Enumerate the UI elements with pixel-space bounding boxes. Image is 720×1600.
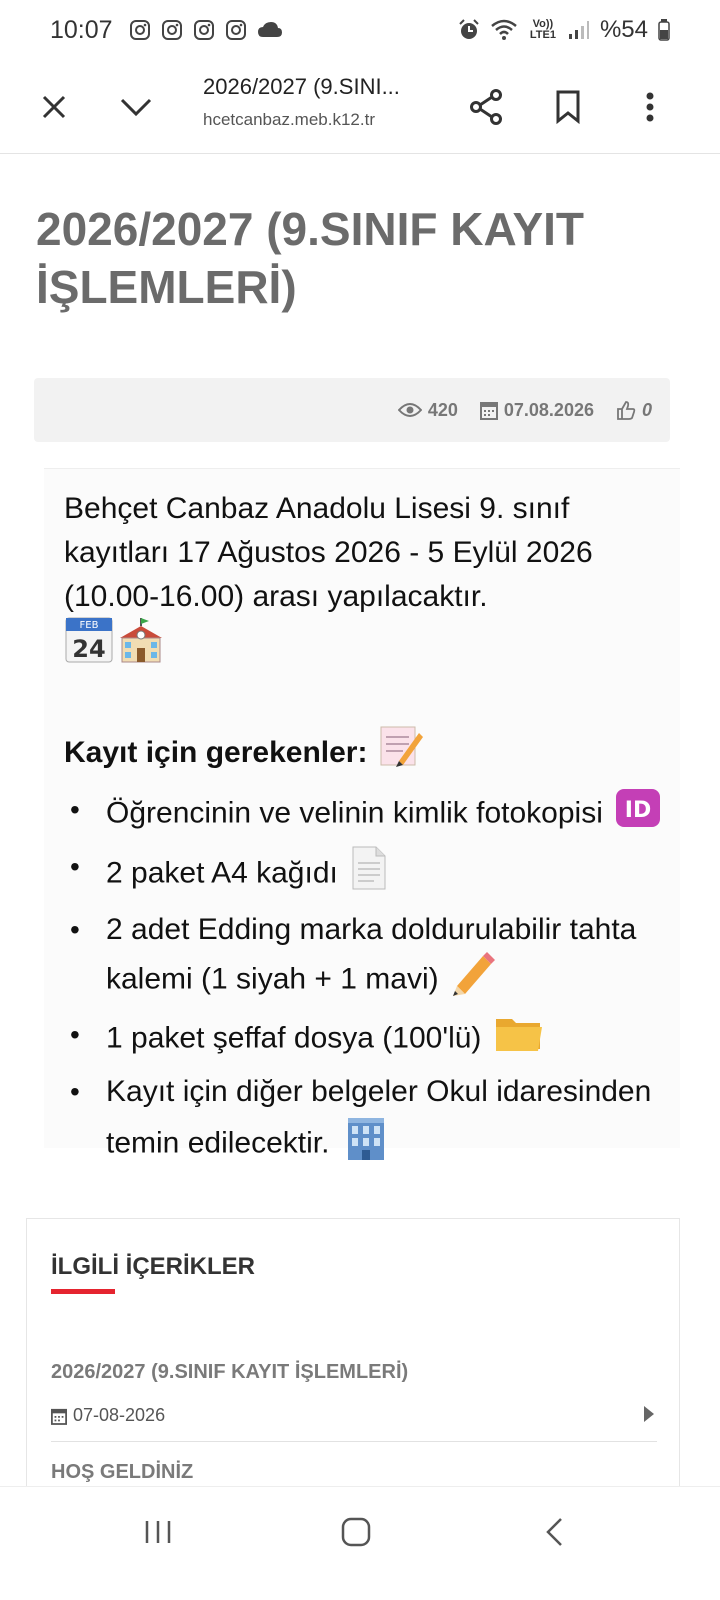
volte-icon: Vo)) LTE1 <box>529 18 556 41</box>
calendar-icon <box>51 1408 67 1425</box>
calendar-emoji-month: FEB <box>80 620 99 631</box>
wifi-icon <box>490 19 518 41</box>
calendar-emoji-icon: FEB 24 <box>64 616 114 677</box>
thumbs-up-icon <box>617 401 636 420</box>
notice-intro: Behçet Canbaz Anadolu Lisesi 9. sınıf ka… <box>64 492 593 613</box>
pencil-emoji-icon <box>451 952 495 1009</box>
requirement-text: 2 paket A4 kağıdı <box>106 856 338 890</box>
system-nav-bar <box>0 1486 720 1600</box>
memo-emoji-icon <box>377 723 424 782</box>
related-item-title[interactable]: HOŞ GELDİNİZ <box>51 1461 193 1484</box>
like-button[interactable]: 0 <box>616 400 652 421</box>
list-item: Öğrencinin ve velinin kimlik fotokopisi … <box>64 788 664 841</box>
page-emoji-icon <box>350 845 388 904</box>
requirement-text: Öğrencinin ve velinin kimlik fotokopisi <box>106 796 603 830</box>
related-date-value: 07-08-2026 <box>73 1405 166 1425</box>
status-time: 10:07 <box>50 15 113 44</box>
more-vertical-icon <box>646 92 654 122</box>
bookmark-icon <box>556 90 580 124</box>
article-title: 2026/2027 (9.SINIF KAYIT İŞLEMLERİ) <box>36 203 585 313</box>
calendar-emoji-day: 24 <box>72 635 105 663</box>
battery-icon <box>658 19 670 41</box>
status-left: 10:07 <box>50 16 283 45</box>
back-icon <box>546 1518 562 1546</box>
share-icon <box>470 89 502 125</box>
publish-date: 07.08.2026 <box>479 399 594 421</box>
home-button[interactable] <box>296 1487 416 1577</box>
alarm-icon <box>458 19 480 41</box>
article-meta: 420 07.08.2026 0 <box>34 378 670 442</box>
screen: 10:07 Vo)) LTE1 %54 2026/2027 (9.SINI...… <box>0 0 720 1600</box>
instagram-icon <box>129 19 151 41</box>
calendar-icon <box>479 402 498 420</box>
date-value: 07.08.2026 <box>503 399 594 420</box>
requirements-heading: Kayıt için gerekenler: <box>64 723 664 782</box>
status-right: Vo)) LTE1 %54 <box>458 16 670 44</box>
status-bar: 10:07 Vo)) LTE1 %54 <box>0 0 720 60</box>
recent-apps-icon <box>145 1521 171 1543</box>
recent-apps-button[interactable] <box>98 1487 218 1577</box>
school-emoji-icon <box>116 616 166 677</box>
requirement-text: 2 adet Edding marka doldurulabilir tahta… <box>106 913 637 996</box>
notice-image: Behçet Canbaz Anadolu Lisesi 9. sınıf ka… <box>44 468 680 1160</box>
more-options-button[interactable] <box>620 60 680 154</box>
related-item-date: 07-08-2026 <box>51 1405 165 1426</box>
close-icon <box>42 95 66 119</box>
bookmark-button[interactable] <box>538 60 598 154</box>
home-icon <box>341 1517 371 1547</box>
list-item: Kayıt için diğer belgeler Okul idaresind… <box>64 1070 664 1175</box>
folder-emoji-icon <box>494 1013 544 1066</box>
list-item: 2 adet Edding marka doldurulabilir tahta… <box>64 908 664 1009</box>
list-item: 2 paket A4 kağıdı <box>64 845 664 904</box>
views-value: 420 <box>427 399 458 420</box>
id-emoji-icon: ID <box>615 788 661 841</box>
requirement-text: 1 paket şeffaf dosya (100'lü) <box>106 1021 482 1055</box>
eye-icon <box>397 403 422 417</box>
browser-toolbar: 2026/2027 (9.SINI... hcetcanbaz.meb.k12.… <box>0 60 720 154</box>
related-item-title[interactable]: 2026/2027 (9.SINIF KAYIT İŞLEMLERİ) <box>51 1361 408 1384</box>
back-button[interactable] <box>494 1487 614 1577</box>
caret-right-icon <box>644 1406 654 1422</box>
notice-content: Behçet Canbaz Anadolu Lisesi 9. sınıf ka… <box>64 487 664 1175</box>
list-item: 1 paket şeffaf dosya (100'lü) <box>64 1013 664 1066</box>
page-url: hcetcanbaz.meb.k12.tr <box>203 110 375 129</box>
chevron-down-icon <box>120 98 152 117</box>
instagram-icon <box>225 19 247 41</box>
related-item-arrow[interactable] <box>643 1405 655 1428</box>
related-heading: İLGİLİ İÇERİKLER <box>51 1253 255 1280</box>
related-contents: İLGİLİ İÇERİKLER 2026/2027 (9.SINIF KAYI… <box>26 1218 680 1518</box>
requirements-list: Öğrencinin ve velinin kimlik fotokopisi … <box>64 788 664 1175</box>
minimize-button[interactable] <box>106 60 166 154</box>
views-count: 420 <box>397 399 458 421</box>
share-button[interactable] <box>456 60 516 154</box>
instagram-icon <box>193 19 215 41</box>
title-block[interactable]: 2026/2027 (9.SINI... hcetcanbaz.meb.k12.… <box>203 74 443 130</box>
divider <box>51 1441 657 1442</box>
requirements-heading-text: Kayıt için gerekenler: <box>64 735 368 769</box>
signal-icon <box>568 20 590 40</box>
likes-value: 0 <box>641 399 652 420</box>
close-button[interactable] <box>24 60 84 154</box>
id-emoji-label: ID <box>625 798 651 823</box>
heading-underline <box>51 1289 115 1294</box>
office-building-emoji-icon <box>342 1114 390 1175</box>
instagram-icon <box>161 19 183 41</box>
page-title: 2026/2027 (9.SINI... <box>203 74 400 99</box>
emoji-row: FEB 24 <box>64 617 664 671</box>
cloud-icon <box>257 21 283 39</box>
battery-percent: %54 <box>599 16 648 43</box>
